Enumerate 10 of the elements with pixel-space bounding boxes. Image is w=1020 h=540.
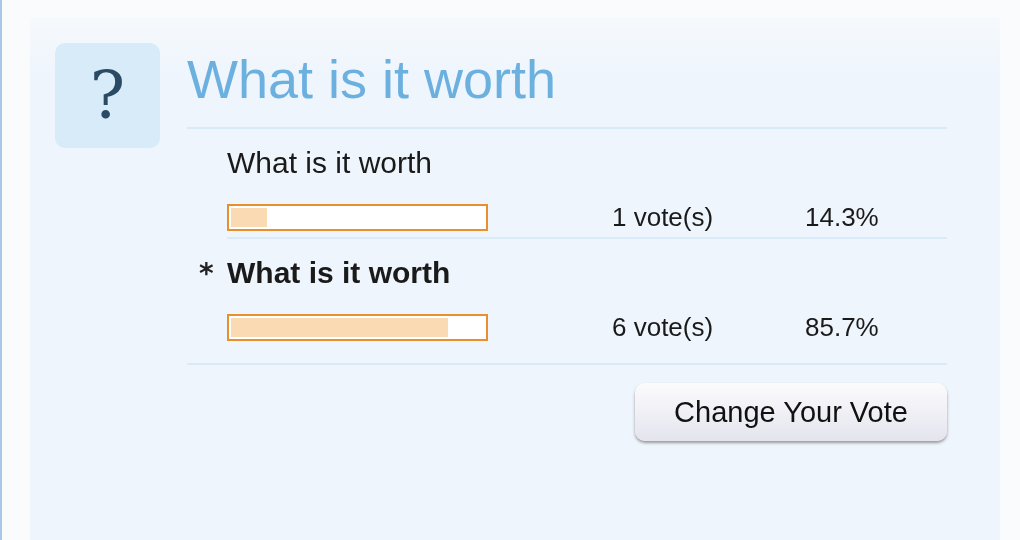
vote-count: 1 vote(s) — [612, 201, 715, 233]
poll-title: What is it worth — [187, 48, 558, 111]
question-icon: ? — [55, 43, 160, 148]
option-label: What is it worth — [227, 256, 451, 290]
vote-percent: 14.3% — [805, 201, 879, 233]
option-label: What is it worth — [227, 146, 433, 180]
change-vote-button[interactable]: Change Your Vote — [635, 383, 947, 441]
vote-marker: * — [198, 256, 215, 290]
vote-percent: 85.7% — [805, 311, 879, 343]
vote-count: 6 vote(s) — [612, 311, 715, 343]
